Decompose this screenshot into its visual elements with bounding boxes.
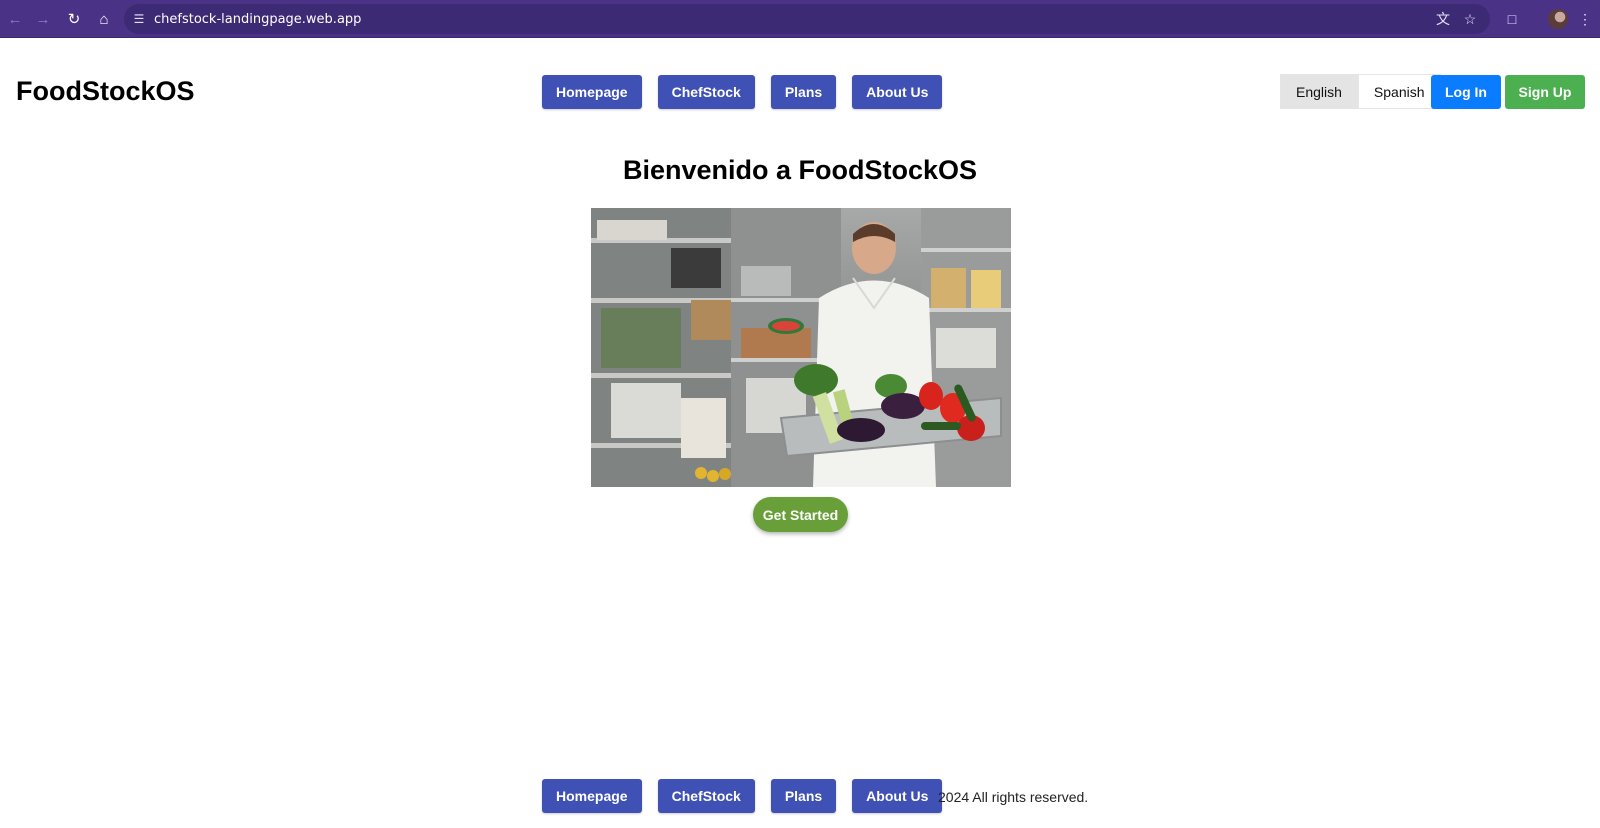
footer-homepage-button[interactable]: Homepage: [542, 779, 642, 813]
login-button[interactable]: Log In: [1431, 75, 1501, 109]
reload-icon[interactable]: ↻: [63, 8, 85, 30]
bookmark-star-icon[interactable]: ☆: [1459, 8, 1481, 30]
home-icon[interactable]: ⌂: [93, 8, 115, 30]
extensions-icon[interactable]: □: [1501, 8, 1523, 30]
nav-plans-button[interactable]: Plans: [770, 75, 837, 109]
address-bar[interactable]: ☰ chefstock-landingpage.web.app: [124, 4, 1490, 34]
forward-arrow-icon[interactable]: →: [32, 8, 54, 30]
site-settings-icon[interactable]: ☰: [124, 12, 154, 26]
profile-avatar[interactable]: [1548, 9, 1568, 29]
translate-icon[interactable]: 文: [1432, 8, 1454, 30]
hero-image-chef-walk-in-cooler: [591, 208, 1011, 487]
back-arrow-icon[interactable]: ←: [4, 8, 26, 30]
url-text: chefstock-landingpage.web.app: [154, 11, 362, 27]
footer-nav: Homepage ChefStock Plans About Us: [542, 779, 943, 813]
get-started-button[interactable]: Get Started: [753, 497, 848, 532]
header-nav: Homepage ChefStock Plans About Us: [542, 75, 943, 109]
language-english-button[interactable]: English: [1280, 74, 1358, 109]
brand-logo: FoodStockOS: [16, 76, 195, 106]
footer-chefstock-button[interactable]: ChefStock: [657, 779, 755, 813]
nav-about-us-button[interactable]: About Us: [852, 75, 943, 109]
language-switcher: English Spanish: [1280, 74, 1441, 109]
hero-title: Bienvenido a FoodStockOS: [622, 155, 978, 185]
signup-button[interactable]: Sign Up: [1505, 75, 1585, 109]
nav-chefstock-button[interactable]: ChefStock: [657, 75, 755, 109]
browser-toolbar: ← → ↻ ⌂ ☰ chefstock-landingpage.web.app …: [0, 0, 1600, 38]
copyright-text: 2024 All rights reserved.: [938, 789, 1089, 805]
menu-kebab-icon[interactable]: ⋮: [1576, 8, 1594, 30]
footer-about-us-button[interactable]: About Us: [852, 779, 943, 813]
language-spanish-button[interactable]: Spanish: [1357, 74, 1441, 109]
nav-homepage-button[interactable]: Homepage: [542, 75, 642, 109]
footer-plans-button[interactable]: Plans: [770, 779, 837, 813]
